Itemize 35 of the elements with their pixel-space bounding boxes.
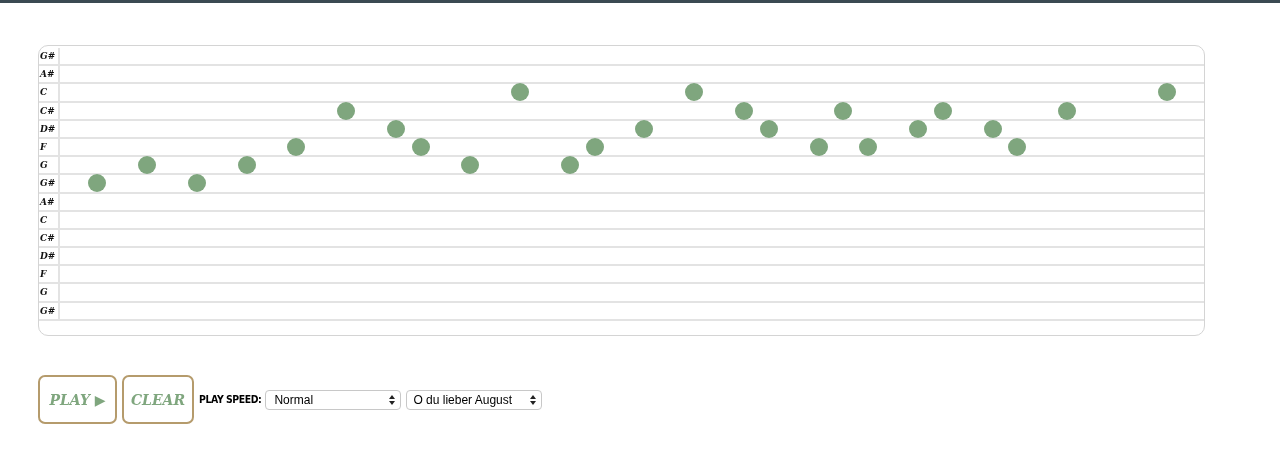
note-dot[interactable] [1008,138,1027,157]
note-dot[interactable] [859,138,878,157]
note-label: D# [39,248,60,265]
note-dot[interactable] [237,156,256,175]
note-dot[interactable] [88,174,107,193]
note-dot[interactable] [187,174,206,193]
note-label: A# [39,66,60,83]
up-down-arrows-icon [530,394,537,405]
note-dot[interactable] [287,138,306,157]
note-dot[interactable] [461,156,480,175]
note-label: F [39,266,60,283]
note-dot[interactable] [809,138,828,157]
note-dot[interactable] [411,138,430,157]
note-dot[interactable] [685,83,704,102]
note-label: G# [39,175,60,192]
note-label: C# [39,229,60,247]
note-label: C [39,211,60,228]
note-label: G# [39,48,60,65]
note-dot[interactable] [138,156,157,175]
note-dot[interactable] [511,83,530,102]
note-dot[interactable] [1157,83,1176,102]
note-label: G# [39,302,60,319]
note-label: A# [39,193,60,210]
up-down-arrows-icon [389,394,396,405]
note-label: C# [39,102,60,119]
song-select[interactable]: O du lieber August [406,389,543,410]
note-label: F [39,138,60,156]
speed-select[interactable]: Normal [265,389,402,410]
note-label: G [39,157,60,174]
note-label: G [39,284,60,301]
note-label: D# [39,120,60,137]
speed-label: PLAY SPEED: [199,393,262,406]
note-dot[interactable] [560,156,579,175]
note-label: C [39,84,60,101]
note-dot[interactable] [585,138,604,157]
